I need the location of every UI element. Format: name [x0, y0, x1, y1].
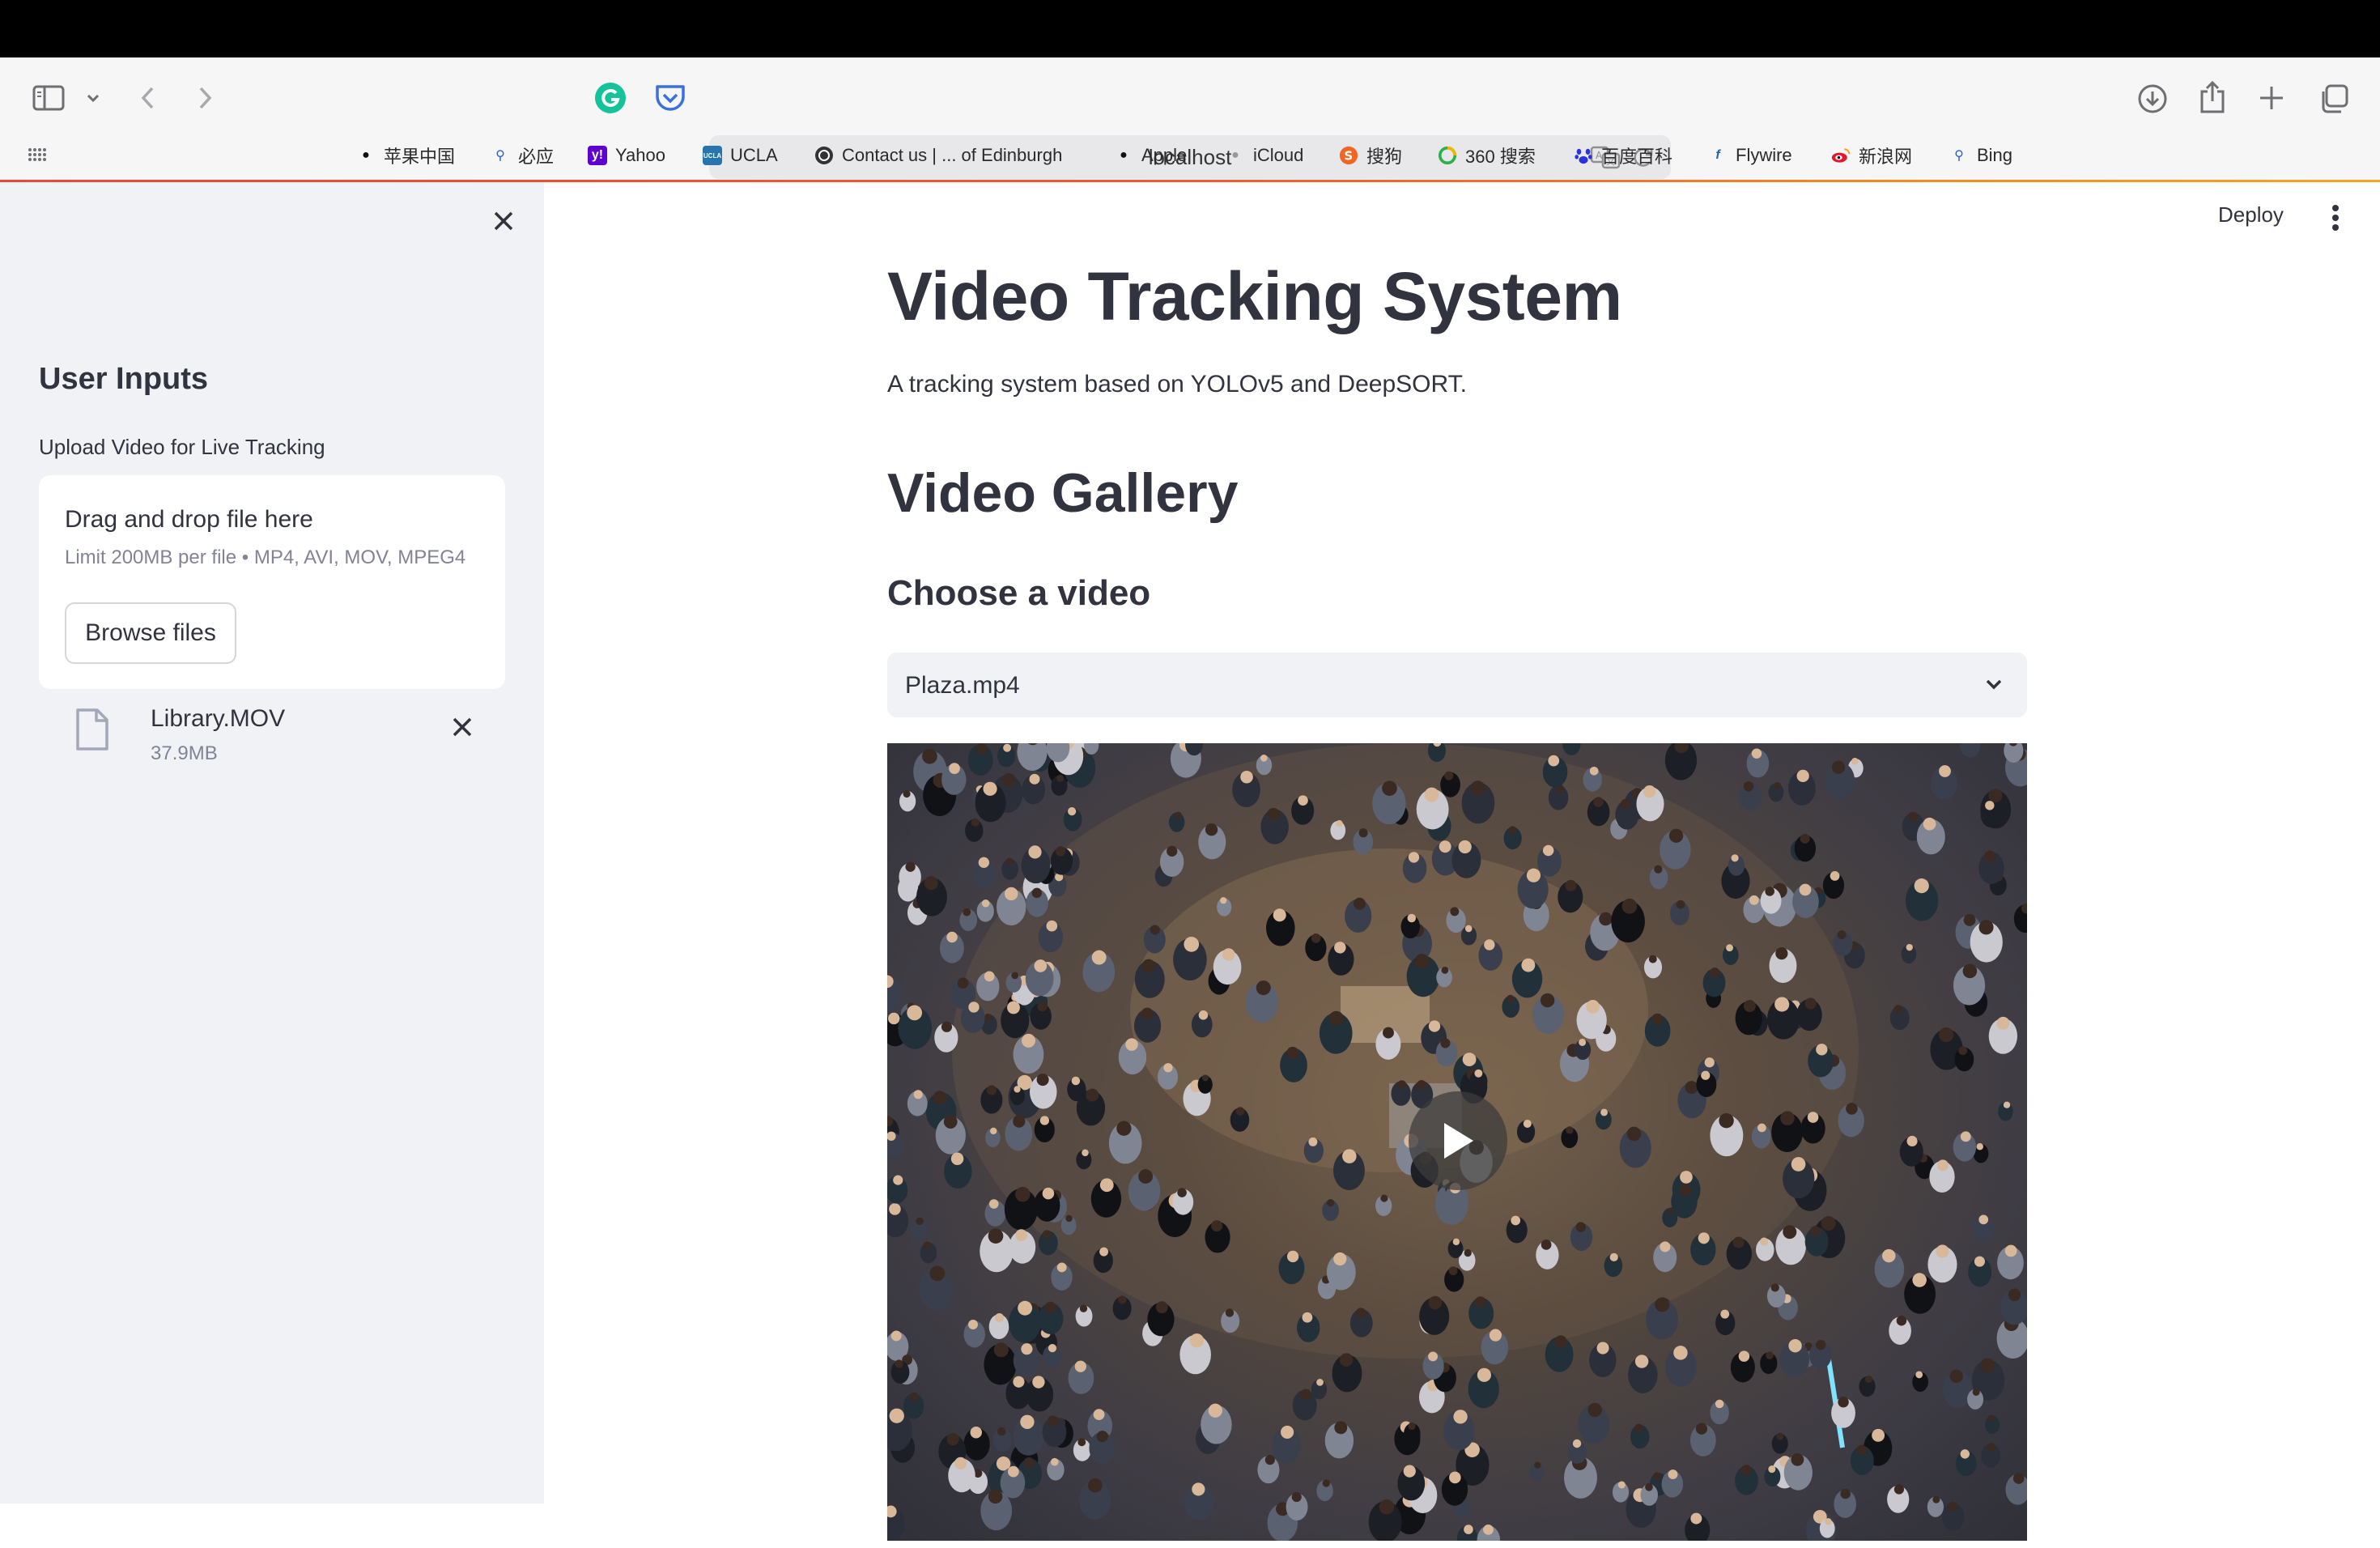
forward-arrow-icon[interactable]	[196, 85, 214, 111]
360-search-icon	[1438, 146, 1457, 165]
ucla-icon: UCLA	[703, 146, 722, 165]
chevron-down-icon	[1983, 674, 2004, 699]
apple-icon: ●	[362, 148, 370, 162]
video-player[interactable]	[887, 743, 2027, 1541]
remove-file-icon[interactable]	[452, 717, 473, 738]
bookmark-label: Yahoo	[615, 145, 665, 165]
play-button[interactable]	[1409, 1091, 1507, 1190]
bookmark-edinburgh[interactable]: Contact us | ... of Edinburgh	[814, 139, 1062, 172]
video-select-value: Plaza.mp4	[905, 672, 1020, 699]
bookmark-apple-china[interactable]: ● 苹果中国	[356, 139, 455, 172]
page-title: Video Tracking System	[887, 258, 1622, 334]
bookmark-bing-cn[interactable]: ⚲ 必应	[491, 139, 554, 172]
dropzone-title: Drag and drop file here	[65, 506, 313, 533]
browse-files-button[interactable]: Browse files	[65, 602, 236, 664]
bookmark-label: 360 搜索	[1465, 147, 1536, 167]
uploaded-file-row: Library.MOV 37.9MB	[39, 697, 505, 786]
tab-overview-icon[interactable]	[2318, 83, 2349, 114]
grammarly-icon[interactable]	[594, 82, 627, 114]
bookmark-icloud[interactable]: ● iCloud	[1226, 139, 1303, 172]
bookmark-label: 搜狗	[1366, 147, 1403, 167]
bookmark-flywire[interactable]: f Flywire	[1708, 139, 1792, 172]
bookmark-label: 必应	[518, 147, 555, 167]
apps-grid-icon[interactable]	[28, 147, 47, 162]
share-icon[interactable]	[2199, 80, 2226, 114]
sidebar: User Inputs Upload Video for Live Tracki…	[0, 182, 544, 1503]
bookmark-baidu-baike[interactable]: 百度百科	[1574, 139, 1672, 172]
bookmark-label: Apple	[1141, 145, 1188, 165]
bookmark-label: 百度百科	[1601, 147, 1673, 167]
bookmark-yahoo[interactable]: y! Yahoo	[588, 139, 665, 172]
apple-icon: ●	[1120, 148, 1128, 162]
search-icon: ⚲	[1954, 149, 1964, 163]
bookmark-sogou[interactable]: S 搜狗	[1339, 139, 1402, 172]
search-icon: ⚲	[495, 149, 505, 163]
uploaded-file-size: 37.9MB	[151, 742, 218, 764]
bookmark-sina[interactable]: 新浪网	[1831, 139, 1912, 172]
sidebar-heading: User Inputs	[39, 362, 209, 396]
chevron-down-icon[interactable]	[86, 93, 100, 103]
video-select[interactable]: Plaza.mp4	[887, 653, 2027, 717]
file-dropzone[interactable]: Drag and drop file here Limit 200MB per …	[39, 475, 505, 689]
flywire-icon: f	[1715, 148, 1720, 162]
bookmark-label: UCLA	[730, 145, 778, 165]
close-sidebar-icon[interactable]	[492, 210, 515, 232]
apple-icon: ●	[1231, 148, 1239, 162]
deploy-button[interactable]: Deploy	[2218, 202, 2284, 228]
gallery-heading: Video Gallery	[887, 462, 1239, 524]
dropzone-limit: Limit 200MB per file • MP4, AVI, MOV, MP…	[65, 546, 466, 568]
page-description: A tracking system based on YOLOv5 and De…	[887, 371, 1467, 398]
sogou-icon: S	[1339, 146, 1358, 165]
upload-label: Upload Video for Live Tracking	[39, 435, 325, 459]
yahoo-icon: y!	[588, 146, 607, 165]
bookmark-label: 新浪网	[1859, 147, 1913, 167]
choose-video-label: Choose a video	[887, 573, 1151, 613]
bookmark-360-search[interactable]: 360 搜索	[1438, 139, 1536, 172]
file-icon	[74, 708, 110, 755]
svg-text:S: S	[1344, 150, 1353, 164]
bookmark-label: Bing	[1977, 145, 2013, 165]
play-icon	[1444, 1123, 1473, 1159]
browser-toolbar: localhost A文 ● 苹果中国 ⚲ 必应 y! Yahoo UCLA U…	[0, 57, 2380, 181]
uploaded-file-name: Library.MOV	[151, 705, 286, 732]
download-icon[interactable]	[2137, 83, 2168, 114]
bookmark-ucla[interactable]: UCLA UCLA	[703, 139, 778, 172]
weibo-icon	[1831, 146, 1851, 165]
baidu-paw-icon	[1574, 146, 1593, 165]
bookmark-apple[interactable]: ● Apple	[1114, 139, 1187, 172]
new-tab-icon[interactable]	[2259, 85, 2284, 111]
bookmark-label: Flywire	[1736, 145, 1792, 165]
bookmark-label: iCloud	[1253, 145, 1304, 165]
bookmark-label: Contact us | ... of Edinburgh	[842, 145, 1063, 165]
bookmarks-bar: ● 苹果中国 ⚲ 必应 y! Yahoo UCLA UCLA Contact u…	[0, 139, 2380, 172]
pocket-icon[interactable]	[654, 83, 686, 113]
menu-bar-strip	[0, 0, 2380, 57]
bookmark-label: 苹果中国	[384, 147, 456, 167]
bookmark-bing[interactable]: ⚲ Bing	[1949, 139, 2012, 172]
more-vertical-icon[interactable]	[2331, 204, 2340, 232]
edinburgh-crest-icon	[814, 146, 834, 165]
back-arrow-icon[interactable]	[139, 85, 157, 111]
sidebar-toggle-icon[interactable]	[32, 85, 65, 111]
